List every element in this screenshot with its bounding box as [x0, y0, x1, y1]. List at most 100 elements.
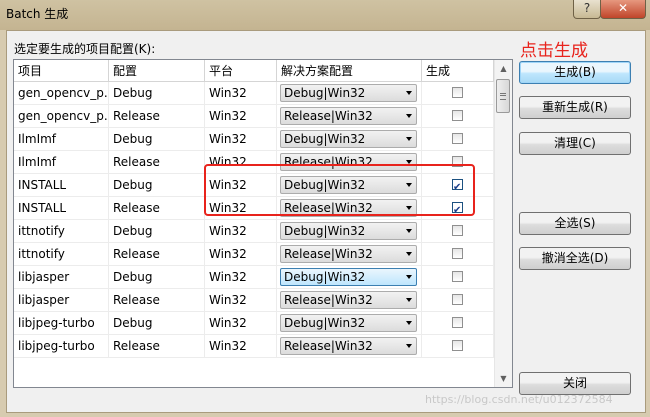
- header-build[interactable]: 生成: [422, 60, 494, 82]
- cell-build: [422, 243, 494, 266]
- scroll-down-arrow-icon[interactable]: ▼: [495, 370, 512, 387]
- cell-project: libjasper: [14, 289, 109, 312]
- cell-project: libjpeg-turbo: [14, 312, 109, 335]
- cell-solution-config: Debug|Win32: [277, 266, 422, 289]
- scroll-thumb[interactable]: [496, 79, 510, 113]
- dropdown-value: Release|Win32: [284, 339, 373, 353]
- cell-platform: Win32: [205, 266, 277, 289]
- chevron-down-icon[interactable]: [406, 344, 412, 348]
- cell-platform: Win32: [205, 105, 277, 128]
- cell-build: [422, 105, 494, 128]
- cell-build: [422, 312, 494, 335]
- build-checkbox[interactable]: [452, 133, 463, 144]
- header-project[interactable]: 项目: [14, 60, 109, 82]
- project-config-grid[interactable]: 项目 配置 平台 解决方案配置 生成 gen_opencv_p... Debug W…: [13, 59, 513, 388]
- help-button[interactable]: ?: [573, 0, 601, 19]
- chevron-down-icon[interactable]: [406, 91, 412, 95]
- table-row[interactable]: gen_opencv_p... Debug Win32 Debug|Win32: [14, 82, 494, 105]
- chevron-down-icon[interactable]: [406, 321, 412, 325]
- build-checkbox[interactable]: [452, 340, 463, 351]
- cell-project: INSTALL: [14, 174, 109, 197]
- cell-config: Release: [109, 105, 205, 128]
- solution-config-dropdown[interactable]: Debug|Win32: [280, 222, 417, 240]
- select-all-button[interactable]: 全选(S): [519, 212, 631, 235]
- table-row[interactable]: IlmImf Debug Win32 Debug|Win32: [14, 128, 494, 151]
- grid-header: 项目 配置 平台 解决方案配置 生成: [14, 60, 494, 82]
- solution-config-dropdown[interactable]: Debug|Win32: [280, 84, 417, 102]
- table-row[interactable]: libjasper Debug Win32 Debug|Win32: [14, 266, 494, 289]
- cell-build: [422, 289, 494, 312]
- chevron-down-icon[interactable]: [406, 275, 412, 279]
- chevron-down-icon[interactable]: [406, 252, 412, 256]
- cell-solution-config: Release|Win32: [277, 105, 422, 128]
- deselect-all-button[interactable]: 撤消全选(D): [519, 247, 631, 270]
- cell-config: Debug: [109, 312, 205, 335]
- cell-solution-config: Release|Win32: [277, 243, 422, 266]
- cell-config: Debug: [109, 82, 205, 105]
- close-window-button[interactable]: ✕: [600, 0, 646, 19]
- cell-config: Debug: [109, 174, 205, 197]
- scroll-up-arrow-icon[interactable]: ▲: [495, 60, 512, 77]
- vertical-scrollbar[interactable]: ▲ ▼: [494, 60, 512, 387]
- cell-project: gen_opencv_p...: [14, 105, 109, 128]
- watermark: https://blog.csdn.net/u012372584: [425, 393, 613, 406]
- cell-solution-config: Debug|Win32: [277, 82, 422, 105]
- chevron-down-icon[interactable]: [406, 114, 412, 118]
- header-config[interactable]: 配置: [109, 60, 205, 82]
- cell-project: libjasper: [14, 266, 109, 289]
- cell-platform: Win32: [205, 82, 277, 105]
- table-row[interactable]: libjpeg-turbo Debug Win32 Debug|Win32: [14, 312, 494, 335]
- grip-icon: [500, 93, 506, 100]
- cell-solution-config: Debug|Win32: [277, 312, 422, 335]
- solution-config-dropdown[interactable]: Release|Win32: [280, 337, 417, 355]
- header-solution-config[interactable]: 解决方案配置: [277, 60, 422, 82]
- cell-project: IlmImf: [14, 128, 109, 151]
- build-checkbox[interactable]: [452, 225, 463, 236]
- cell-platform: Win32: [205, 312, 277, 335]
- dropdown-value: Debug|Win32: [284, 86, 366, 100]
- solution-config-dropdown[interactable]: Release|Win32: [280, 107, 417, 125]
- chevron-down-icon[interactable]: [406, 137, 412, 141]
- table-row[interactable]: ittnotify Release Win32 Release|Win32: [14, 243, 494, 266]
- solution-config-dropdown[interactable]: Debug|Win32: [280, 314, 417, 332]
- cell-project: ittnotify: [14, 220, 109, 243]
- chevron-down-icon[interactable]: [406, 229, 412, 233]
- cell-project: INSTALL: [14, 197, 109, 220]
- cell-config: Release: [109, 243, 205, 266]
- cell-config: Debug: [109, 220, 205, 243]
- cell-platform: Win32: [205, 335, 277, 358]
- solution-config-dropdown[interactable]: Debug|Win32: [280, 130, 417, 148]
- cell-project: IlmImf: [14, 151, 109, 174]
- rebuild-button[interactable]: 重新生成(R): [519, 96, 631, 119]
- build-checkbox[interactable]: [452, 248, 463, 259]
- table-row[interactable]: gen_opencv_p... Release Win32 Release|Win32: [14, 105, 494, 128]
- cell-config: Debug: [109, 128, 205, 151]
- build-checkbox[interactable]: [452, 294, 463, 305]
- solution-config-dropdown[interactable]: Debug|Win32: [280, 268, 417, 286]
- build-checkbox[interactable]: [452, 271, 463, 282]
- solution-config-dropdown[interactable]: Release|Win32: [280, 291, 417, 309]
- solution-config-dropdown[interactable]: Release|Win32: [280, 245, 417, 263]
- dropdown-value: Release|Win32: [284, 109, 373, 123]
- dropdown-value: Debug|Win32: [284, 316, 366, 330]
- table-row[interactable]: libjpeg-turbo Release Win32 Release|Win32: [14, 335, 494, 358]
- title-bar[interactable]: Batch 生成 ? ✕: [0, 0, 650, 30]
- cell-project: libjpeg-turbo: [14, 335, 109, 358]
- build-checkbox[interactable]: [452, 87, 463, 98]
- cell-build: [422, 335, 494, 358]
- cell-platform: Win32: [205, 243, 277, 266]
- header-platform[interactable]: 平台: [205, 60, 277, 82]
- cell-solution-config: Debug|Win32: [277, 220, 422, 243]
- build-checkbox[interactable]: [452, 317, 463, 328]
- table-row[interactable]: libjasper Release Win32 Release|Win32: [14, 289, 494, 312]
- build-checkbox[interactable]: [452, 110, 463, 121]
- clean-button[interactable]: 清理(C): [519, 132, 631, 155]
- dropdown-value: Release|Win32: [284, 247, 373, 261]
- dropdown-value: Debug|Win32: [284, 132, 366, 146]
- chevron-down-icon[interactable]: [406, 298, 412, 302]
- build-button[interactable]: 生成(B): [519, 61, 631, 84]
- cell-project: ittnotify: [14, 243, 109, 266]
- table-row[interactable]: ittnotify Debug Win32 Debug|Win32: [14, 220, 494, 243]
- close-button[interactable]: 关闭: [519, 372, 631, 395]
- cell-config: Debug: [109, 266, 205, 289]
